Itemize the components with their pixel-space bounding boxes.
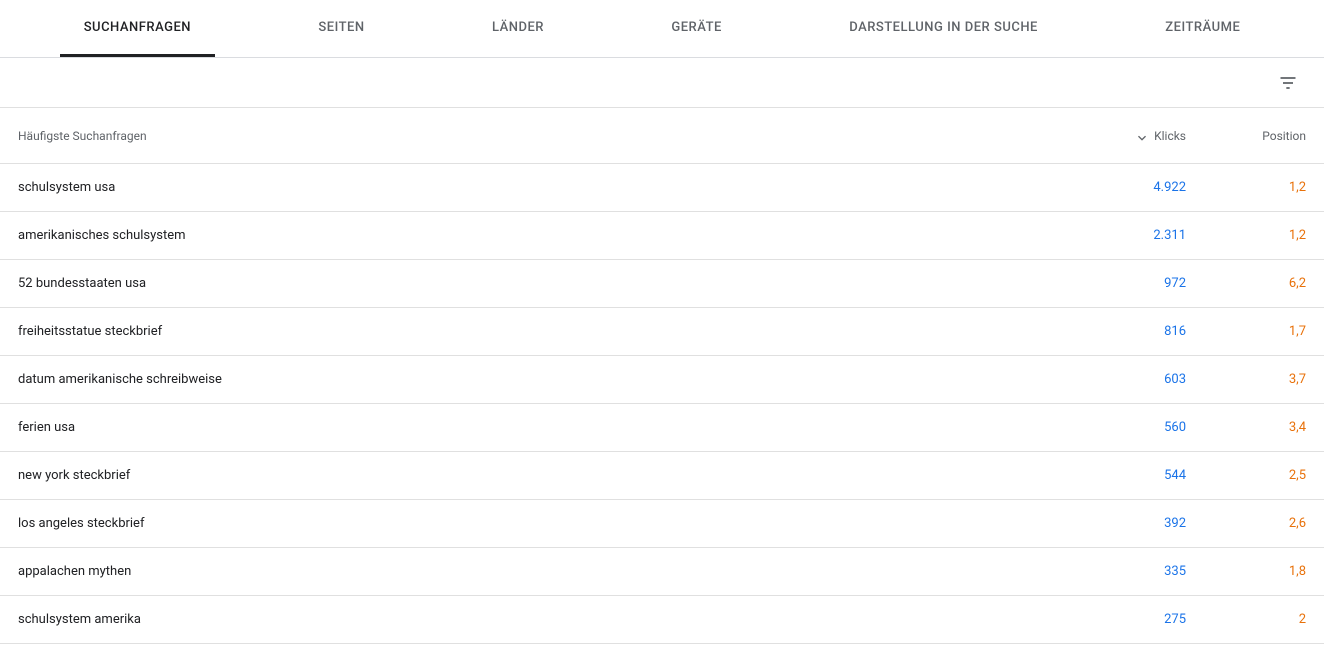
tab-geraete[interactable]: GERÄTE xyxy=(647,0,745,57)
cell-query[interactable]: ferien usa xyxy=(18,420,1066,435)
cell-clicks[interactable]: 560 xyxy=(1066,420,1186,435)
tab-suchanfragen[interactable]: SUCHANFRAGEN xyxy=(60,0,215,57)
cell-clicks[interactable]: 335 xyxy=(1066,564,1186,579)
header-clicks[interactable]: Klicks xyxy=(1066,128,1186,144)
cell-clicks[interactable]: 544 xyxy=(1066,468,1186,483)
cell-query[interactable]: 52 bundesstaaten usa xyxy=(18,276,1066,291)
table-row[interactable]: datum amerikanische schreibweise6033,7 xyxy=(0,356,1324,404)
table-row[interactable]: schulsystem usa4.9221,2 xyxy=(0,164,1324,212)
table-row[interactable]: amerikanisches schulsystem2.3111,2 xyxy=(0,212,1324,260)
cell-position[interactable]: 2 xyxy=(1186,612,1306,627)
tab-zeitraeume[interactable]: ZEITRÄUME xyxy=(1141,0,1264,57)
table-row[interactable]: new york steckbrief5442,5 xyxy=(0,452,1324,500)
cell-position[interactable]: 1,2 xyxy=(1186,228,1306,243)
cell-position[interactable]: 2,5 xyxy=(1186,468,1306,483)
cell-query[interactable]: amerikanisches schulsystem xyxy=(18,228,1066,243)
cell-position[interactable]: 1,7 xyxy=(1186,324,1306,339)
table-row[interactable]: 52 bundesstaaten usa9726,2 xyxy=(0,260,1324,308)
cell-query[interactable]: schulsystem amerika xyxy=(18,612,1066,627)
cell-query[interactable]: datum amerikanische schreibweise xyxy=(18,372,1066,387)
cell-query[interactable]: new york steckbrief xyxy=(18,468,1066,483)
table-row[interactable]: schulsystem amerika2752 xyxy=(0,596,1324,644)
filter-icon[interactable] xyxy=(1276,71,1300,95)
cell-query[interactable]: appalachen mythen xyxy=(18,564,1066,579)
cell-clicks[interactable]: 603 xyxy=(1066,372,1186,387)
cell-position[interactable]: 1,8 xyxy=(1186,564,1306,579)
cell-clicks[interactable]: 2.311 xyxy=(1066,228,1186,243)
table-body: schulsystem usa4.9221,2amerikanisches sc… xyxy=(0,164,1324,644)
table-row[interactable]: appalachen mythen3351,8 xyxy=(0,548,1324,596)
header-clicks-label: Klicks xyxy=(1154,129,1186,143)
cell-position[interactable]: 1,2 xyxy=(1186,180,1306,195)
tab-seiten[interactable]: SEITEN xyxy=(294,0,388,57)
header-position[interactable]: Position xyxy=(1186,129,1306,143)
table-row[interactable]: los angeles steckbrief3922,6 xyxy=(0,500,1324,548)
cell-clicks[interactable]: 4.922 xyxy=(1066,180,1186,195)
cell-clicks[interactable]: 392 xyxy=(1066,516,1186,531)
cell-query[interactable]: schulsystem usa xyxy=(18,180,1066,195)
cell-position[interactable]: 3,7 xyxy=(1186,372,1306,387)
filter-row xyxy=(0,58,1324,108)
cell-clicks[interactable]: 275 xyxy=(1066,612,1186,627)
table-header: Häufigste Suchanfragen Klicks Position xyxy=(0,108,1324,164)
tab-laender[interactable]: LÄNDER xyxy=(468,0,568,57)
header-query[interactable]: Häufigste Suchanfragen xyxy=(18,129,1066,143)
cell-clicks[interactable]: 972 xyxy=(1066,276,1186,291)
cell-position[interactable]: 6,2 xyxy=(1186,276,1306,291)
cell-clicks[interactable]: 816 xyxy=(1066,324,1186,339)
cell-query[interactable]: freiheitsstatue steckbrief xyxy=(18,324,1066,339)
cell-query[interactable]: los angeles steckbrief xyxy=(18,516,1066,531)
tab-darstellung[interactable]: DARSTELLUNG IN DER SUCHE xyxy=(825,0,1062,57)
sort-arrow-down-icon xyxy=(1134,128,1150,144)
table-row[interactable]: ferien usa5603,4 xyxy=(0,404,1324,452)
cell-position[interactable]: 2,6 xyxy=(1186,516,1306,531)
table-row[interactable]: freiheitsstatue steckbrief8161,7 xyxy=(0,308,1324,356)
cell-position[interactable]: 3,4 xyxy=(1186,420,1306,435)
tabs-container: SUCHANFRAGEN SEITEN LÄNDER GERÄTE DARSTE… xyxy=(0,0,1324,58)
